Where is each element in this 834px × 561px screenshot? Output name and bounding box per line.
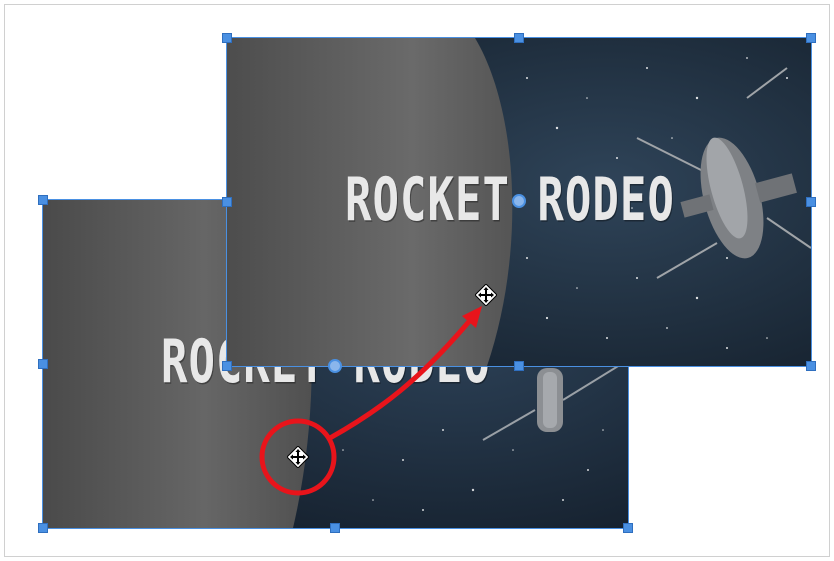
rotate-handle-icon[interactable] bbox=[328, 359, 342, 373]
rotate-handle-icon[interactable] bbox=[512, 194, 526, 208]
resize-handle-bottom-center[interactable] bbox=[514, 361, 524, 371]
resize-handle-bottom-right[interactable] bbox=[806, 361, 816, 371]
resize-handle-middle-right[interactable] bbox=[806, 197, 816, 207]
resize-handle-top-center[interactable] bbox=[514, 33, 524, 43]
move-cursor-icon bbox=[475, 284, 497, 306]
resize-handle-middle-left[interactable] bbox=[38, 359, 48, 369]
editor-stage: ROCKET RODEO bbox=[0, 0, 834, 561]
slide-title-front: ROCKET RODEO bbox=[345, 166, 675, 235]
resize-handle-bottom-center[interactable] bbox=[330, 523, 340, 533]
resize-handle-top-right[interactable] bbox=[806, 33, 816, 43]
resize-handle-middle-left[interactable] bbox=[222, 197, 232, 207]
resize-handle-top-left[interactable] bbox=[38, 195, 48, 205]
resize-handle-top-left[interactable] bbox=[222, 33, 232, 43]
resize-handle-bottom-right[interactable] bbox=[623, 523, 633, 533]
resize-handle-bottom-left[interactable] bbox=[38, 523, 48, 533]
resize-handle-bottom-left[interactable] bbox=[222, 361, 232, 371]
move-cursor-icon bbox=[287, 446, 309, 468]
